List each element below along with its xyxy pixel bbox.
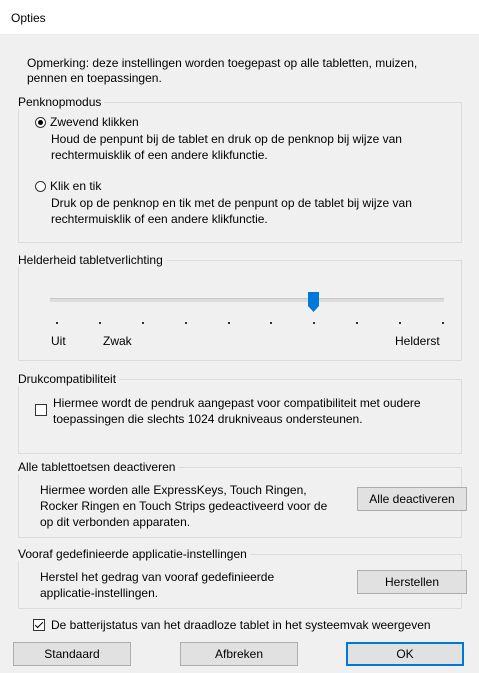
slider-tick xyxy=(313,322,315,324)
radio-hover-click-label[interactable]: Zwevend klikken xyxy=(50,115,139,129)
slider-tick xyxy=(356,322,358,324)
radio-button-icon[interactable] xyxy=(35,116,46,128)
disable-all-button[interactable]: Alle deactiveren xyxy=(357,487,467,511)
radio-click-and-tap-label[interactable]: Klik en tik xyxy=(50,179,101,193)
cancel-button[interactable]: Afbreken xyxy=(180,642,298,666)
click-and-tap-description: Druk op de penknop en tik met de penpunt… xyxy=(51,196,412,226)
slider-label-brightest: Helderst xyxy=(395,334,440,348)
pressure-compat-checkbox[interactable] xyxy=(35,404,47,416)
slider-label-off: Uit xyxy=(51,334,66,348)
settings-note: Opmerking: deze instellingen worden toeg… xyxy=(27,56,418,85)
radio-button-icon[interactable] xyxy=(35,180,46,192)
slider-tick xyxy=(270,322,272,324)
slider-tick xyxy=(142,322,144,324)
slider-tick xyxy=(185,322,187,324)
hover-click-description: Houd de penpunt bij de tablet en druk op… xyxy=(51,132,402,162)
ok-button[interactable]: OK xyxy=(346,642,464,666)
window-title: Opties xyxy=(11,11,46,25)
disable-keys-description: Hiermee worden alle ExpressKeys, Touch R… xyxy=(40,483,328,529)
slider-tick xyxy=(399,322,401,324)
battery-status-label[interactable]: De batterijstatus van het draadloze tabl… xyxy=(51,618,431,632)
slider-tick xyxy=(228,322,230,324)
slider-label-weak: Zwak xyxy=(103,334,132,348)
slider-tick xyxy=(442,322,444,324)
restore-button[interactable]: Herstellen xyxy=(357,570,467,594)
title-bar: Opties xyxy=(0,0,479,35)
predefined-description: Herstel het gedrag van vooraf gedefiniee… xyxy=(40,570,275,600)
disable-keys-legend: Alle tablettoetsen deactiveren xyxy=(18,460,176,474)
backlight-slider-track[interactable] xyxy=(50,298,444,302)
slider-tick xyxy=(56,322,58,324)
radio-hover-click[interactable]: Zwevend klikken xyxy=(35,115,139,129)
backlight-legend: Helderheid tabletverlichting xyxy=(18,253,163,267)
radio-click-and-tap[interactable]: Klik en tik xyxy=(35,179,101,193)
pressure-compat-legend: Drukcompatibiliteit xyxy=(18,372,117,386)
predefined-legend: Vooraf gedefinieerde applicatie-instelli… xyxy=(18,547,247,561)
pen-button-mode-legend: Penknopmodus xyxy=(18,95,102,109)
battery-status-checkbox[interactable] xyxy=(33,619,45,631)
pressure-compat-label[interactable]: Hiermee wordt de pendruk aangepast voor … xyxy=(53,395,453,427)
backlight-slider-thumb[interactable] xyxy=(308,292,319,312)
slider-tick xyxy=(99,322,101,324)
default-settings-button[interactable]: Standaard xyxy=(13,642,131,666)
